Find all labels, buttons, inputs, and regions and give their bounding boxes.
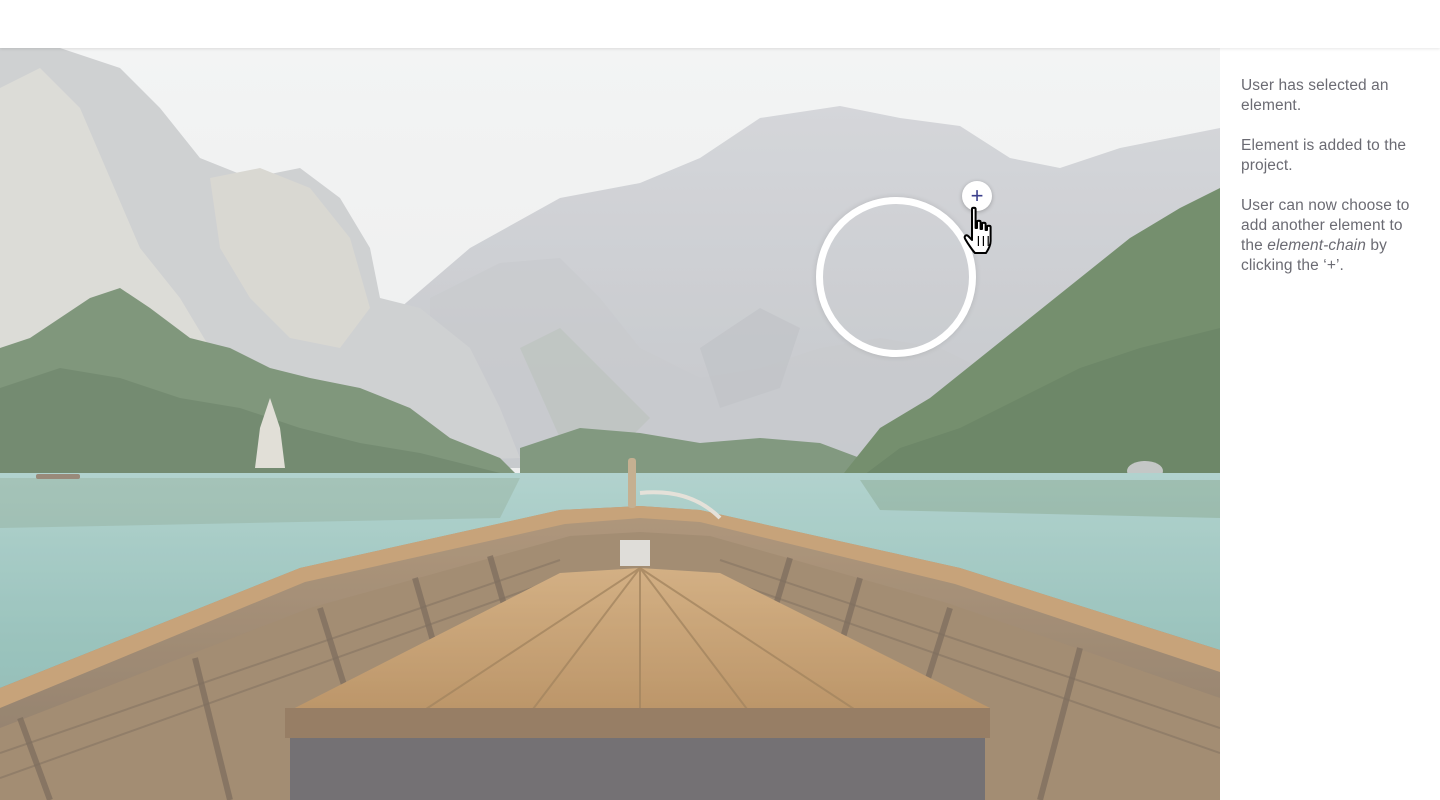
image-canvas[interactable]: + <box>0 48 1220 800</box>
plus-icon: + <box>970 183 984 208</box>
element-chain-term: element-chain <box>1267 237 1366 254</box>
top-bar <box>0 0 1440 48</box>
note-added: Element is added to the project. <box>1241 137 1407 174</box>
hand-pointer-icon <box>963 206 992 254</box>
note-selected: User has selected an element. <box>1241 77 1389 114</box>
selection-ring[interactable] <box>816 197 976 357</box>
info-sidebar: User has selected an element. Element is… <box>1220 48 1440 800</box>
note-add-another: User can now choose to add another eleme… <box>1241 196 1420 276</box>
landscape-photo <box>0 48 1220 800</box>
